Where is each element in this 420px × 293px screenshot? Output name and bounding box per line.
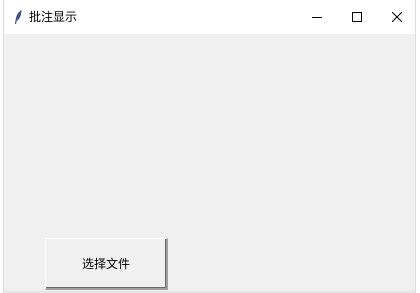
maximize-button[interactable] <box>337 0 377 34</box>
feather-icon <box>12 9 24 25</box>
minimize-icon <box>312 12 322 22</box>
client-area: 选择文件 <box>4 34 415 293</box>
app-window: 批注显示 选择文件 <box>3 0 416 293</box>
maximize-icon <box>352 12 362 22</box>
title-bar[interactable]: 批注显示 <box>4 0 415 34</box>
close-icon <box>392 12 402 22</box>
minimize-button[interactable] <box>297 0 337 34</box>
close-button[interactable] <box>377 0 417 34</box>
select-file-button[interactable]: 选择文件 <box>45 238 168 290</box>
window-title: 批注显示 <box>29 10 78 24</box>
